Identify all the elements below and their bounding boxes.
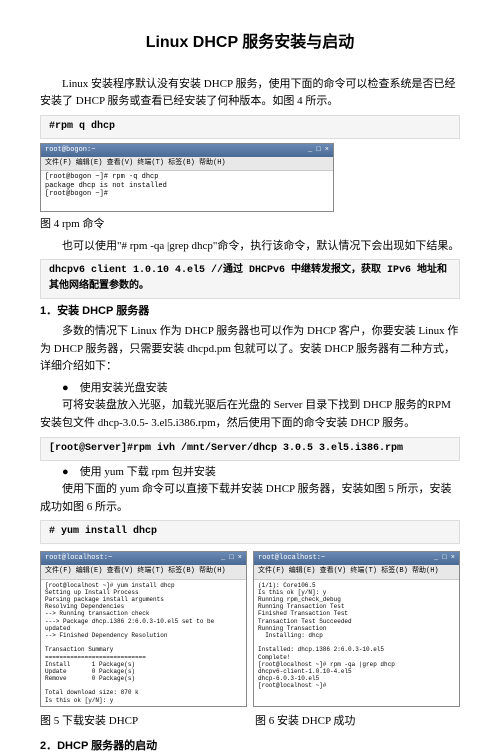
window-controls: _ □ ×: [308, 145, 329, 156]
terminal-titlebar: root@localhost:~ _ □ ×: [254, 552, 459, 565]
intro-paragraph: Linux 安装程序默认没有安装 DHCP 服务，使用下面的命令可以检查系统是否…: [40, 76, 460, 111]
terminal-menubar: 文件(F) 编辑(E) 查看(V) 终端(T) 标签(B) 帮助(H): [254, 565, 459, 579]
command-yum-install: # yum install dhcp: [40, 520, 460, 544]
terminal-menubar: 文件(F) 编辑(E) 查看(V) 终端(T) 标签(B) 帮助(H): [41, 565, 246, 579]
terminal-fig5: root@localhost:~ _ □ × 文件(F) 编辑(E) 查看(V)…: [40, 551, 247, 707]
bullet-cdrom-install: ● 使用安装光盘安装: [62, 380, 460, 398]
terminal-fig4: root@bogon:~ _ □ × 文件(F) 编辑(E) 查看(V) 终端(…: [40, 143, 334, 212]
section-1-heading: 1．安装 DHCP 服务器: [40, 303, 460, 321]
terminal-fig6: root@localhost:~ _ □ × 文件(F) 编辑(E) 查看(V)…: [253, 551, 460, 707]
terminal-title-text: root@localhost:~: [258, 553, 325, 564]
figure-5-caption: 图 5 下载安装 DHCP: [40, 713, 245, 731]
terminal-title-text: root@bogon:~: [45, 145, 95, 156]
figure-4-caption: 图 4 rpm 命令: [40, 216, 460, 234]
paragraph-rpm-qa: 也可以使用"# rpm -qa |grep dhcp"命令，执行该命令，默认情况…: [40, 238, 460, 256]
window-controls: _ □ ×: [434, 553, 455, 564]
paragraph-yum-detail: 使用下面的 yum 命令可以直接下载并安装 DHCP 服务器，安装如图 5 所示…: [40, 481, 460, 516]
command-dhcpv6: dhcpv6 client 1.0.10 4.el5 //通过 DHCPv6 中…: [40, 259, 460, 299]
command-rpm-q: #rpm q dhcp: [40, 115, 460, 139]
section-2-heading: 2．DHCP 服务器的启动: [40, 738, 460, 756]
terminal-output: (1/1): Core106.5 Is this ok [y/N]: y Run…: [254, 580, 459, 692]
window-controls: _ □ ×: [221, 553, 242, 564]
bullet-yum-install: ● 使用 yum 下载 rpm 包并安装: [62, 464, 460, 482]
figure-6-caption: 图 6 安装 DHCP 成功: [245, 713, 460, 731]
paragraph-cdrom-detail: 可将安装盘放入光驱，加载光驱后在光盘的 Server 目录下找到 DHCP 服务…: [40, 397, 460, 432]
terminal-output: [root@localhost ~]# yum install dhcp Set…: [41, 580, 246, 706]
paragraph-install-intro: 多数的情况下 Linux 作为 DHCP 服务器也可以作为 DHCP 客户，你要…: [40, 323, 460, 376]
page-title: Linux DHCP 服务安装与启动: [40, 30, 460, 56]
terminal-titlebar: root@bogon:~ _ □ ×: [41, 144, 333, 157]
command-rpm-ivh: [root@Server]#rpm ivh /mnt/Server/dhcp 3…: [40, 437, 460, 461]
terminal-titlebar: root@localhost:~ _ □ ×: [41, 552, 246, 565]
terminal-output: [root@bogon ~]# rpm -q dhcp package dhcp…: [41, 171, 333, 211]
terminal-menubar: 文件(F) 编辑(E) 查看(V) 终端(T) 标签(B) 帮助(H): [41, 157, 333, 171]
terminal-title-text: root@localhost:~: [45, 553, 112, 564]
